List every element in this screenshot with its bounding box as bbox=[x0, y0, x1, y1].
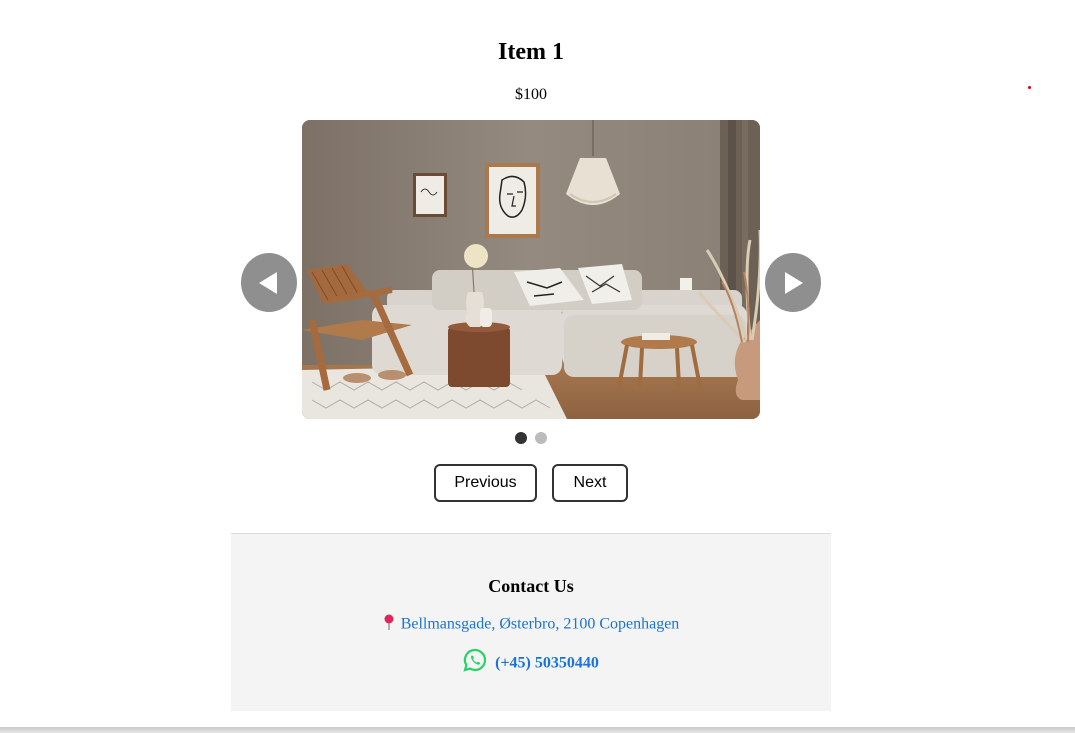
product-page: Item 1 $100 Previous Next Contact Us Bel… bbox=[0, 0, 1075, 733]
address-link[interactable]: Bellmansgade, Østerbro, 2100 Copenhagen bbox=[401, 616, 680, 633]
carousel-dot-2[interactable] bbox=[535, 432, 547, 444]
contact-section: Contact Us Bellmansgade, Østerbro, 2100 … bbox=[231, 533, 831, 711]
living-room-photo bbox=[302, 120, 760, 419]
product-price: $100 bbox=[515, 86, 547, 103]
carousel-dots bbox=[515, 432, 547, 444]
carousel-prev-arrow[interactable] bbox=[241, 253, 297, 312]
contact-phone: (+45) 50350440 bbox=[231, 648, 831, 680]
carousel-dot-1[interactable] bbox=[515, 432, 527, 444]
previous-button[interactable]: Previous bbox=[434, 464, 537, 502]
stray-dot bbox=[1028, 86, 1031, 89]
contact-heading: Contact Us bbox=[488, 576, 574, 596]
next-button[interactable]: Next bbox=[552, 464, 628, 502]
triangle-right-icon bbox=[785, 271, 803, 294]
whatsapp-icon bbox=[463, 648, 487, 680]
carousel-image bbox=[302, 120, 760, 419]
phone-link[interactable]: (+45) 50350440 bbox=[495, 655, 599, 672]
map-pin-icon bbox=[383, 614, 395, 636]
window-bottom-edge bbox=[0, 727, 1075, 733]
product-title: Item 1 bbox=[498, 39, 564, 65]
contact-address: Bellmansgade, Østerbro, 2100 Copenhagen bbox=[231, 614, 831, 636]
triangle-left-icon bbox=[259, 271, 277, 294]
carousel-next-arrow[interactable] bbox=[765, 253, 821, 312]
